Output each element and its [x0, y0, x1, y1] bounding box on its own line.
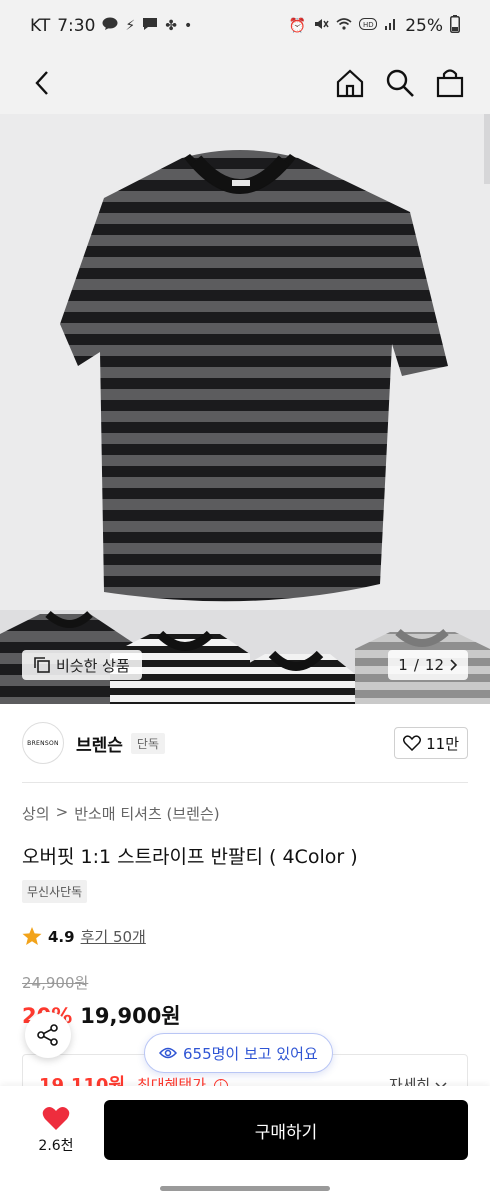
shopping-bag-icon — [436, 69, 464, 98]
cart-button[interactable] — [434, 67, 466, 99]
viewers-count-pill: 655명이 보고 있어요 — [144, 1033, 333, 1073]
heart-filled-icon — [42, 1106, 70, 1130]
eye-icon — [159, 1047, 177, 1059]
chevron-right-icon — [450, 659, 458, 671]
home-button[interactable] — [334, 67, 366, 99]
brand-exclusive-badge: 단독 — [130, 732, 166, 754]
status-bar: KT 7:30 ⚡ ✤ • ⏰ HD 25% — [0, 0, 490, 52]
wishlist-button[interactable]: 2.6천 — [26, 1106, 86, 1155]
breadcrumb-category[interactable]: 상의 — [22, 803, 50, 824]
product-title: 오버핏 1:1 스트라이프 반팔티 ( 4Color ) — [22, 846, 358, 868]
wishlist-count: 2.6천 — [38, 1137, 74, 1154]
rating-value: 4.9 — [48, 927, 75, 946]
rating-row: 4.9 후기 50개 — [22, 926, 146, 947]
review-count-link[interactable]: 후기 50개 — [81, 926, 146, 947]
similar-products-label: 비슷한 상품 — [56, 656, 130, 675]
buy-button[interactable]: 구매하기 — [104, 1100, 468, 1160]
viewers-count-text: 655명이 보고 있어요 — [183, 1044, 318, 1063]
home-icon — [336, 69, 364, 98]
chevron-left-icon — [35, 71, 48, 95]
original-price: 24,900원 — [22, 974, 89, 992]
status-left: KT 7:30 ⚡ ✤ • — [30, 16, 192, 36]
page-separator: / — [413, 656, 419, 674]
divider — [22, 782, 468, 783]
brand-logo-text: BRENSON — [27, 739, 59, 747]
top-navigation — [0, 52, 490, 114]
brand-logo[interactable]: BRENSON — [22, 722, 64, 764]
chat-notification-icon — [142, 17, 158, 35]
wifi-icon — [336, 17, 352, 35]
page-total: 12 — [424, 656, 444, 674]
home-gesture-bar[interactable] — [160, 1186, 330, 1191]
signal-icon — [384, 17, 398, 35]
top-nav-actions — [334, 67, 466, 99]
breadcrumb-subcategory[interactable]: 반소매 티셔츠 (브렌슨) — [74, 803, 219, 824]
battery-icon — [450, 15, 460, 37]
svg-text:HD: HD — [363, 21, 374, 29]
page-current: 1 — [398, 656, 408, 674]
search-button[interactable] — [384, 67, 416, 99]
hd-volte-icon: HD — [359, 17, 378, 35]
brand-row: BRENSON 브렌슨 단독 11만 — [0, 704, 490, 782]
alarm-icon: ⏰ — [288, 18, 307, 34]
gesture-area — [0, 1174, 490, 1200]
star-icon — [22, 927, 42, 945]
more-notifications-dot-icon: • — [183, 18, 193, 34]
back-button[interactable] — [26, 67, 58, 99]
talk-notification-icon — [102, 17, 118, 35]
brand-name[interactable]: 브렌슨 — [76, 731, 123, 756]
product-photo — [0, 114, 490, 704]
share-button[interactable] — [25, 1012, 71, 1058]
heart-outline-icon — [403, 735, 422, 751]
status-right: ⏰ HD 25% — [289, 15, 460, 37]
brand-like-count: 11만 — [426, 734, 459, 753]
search-icon — [386, 69, 414, 97]
share-icon — [37, 1024, 58, 1046]
brand-like-button[interactable]: 11만 — [394, 727, 468, 759]
sale-price: 19,900원 — [80, 1004, 181, 1028]
breadcrumb: 상의 > 반소매 티셔츠 (브렌슨) — [22, 803, 220, 824]
bolt-notification-icon: ⚡ — [125, 18, 136, 34]
product-image-carousel[interactable]: 비슷한 상품 1 / 12 — [0, 114, 490, 704]
breadcrumb-separator-icon: > — [55, 803, 69, 821]
clover-notification-icon: ✤ — [165, 18, 177, 34]
image-page-counter[interactable]: 1 / 12 — [388, 650, 468, 680]
carrier-label: KT — [30, 16, 51, 36]
bottom-action-bar: 2.6천 구매하기 — [0, 1086, 490, 1174]
battery-percent: 25% — [405, 16, 443, 36]
copy-icon — [34, 657, 50, 673]
similar-products-button[interactable]: 비슷한 상품 — [22, 650, 142, 680]
clock: 7:30 — [57, 16, 96, 36]
mute-icon — [313, 17, 329, 35]
exclusive-tag: 무신사단독 — [22, 880, 88, 903]
